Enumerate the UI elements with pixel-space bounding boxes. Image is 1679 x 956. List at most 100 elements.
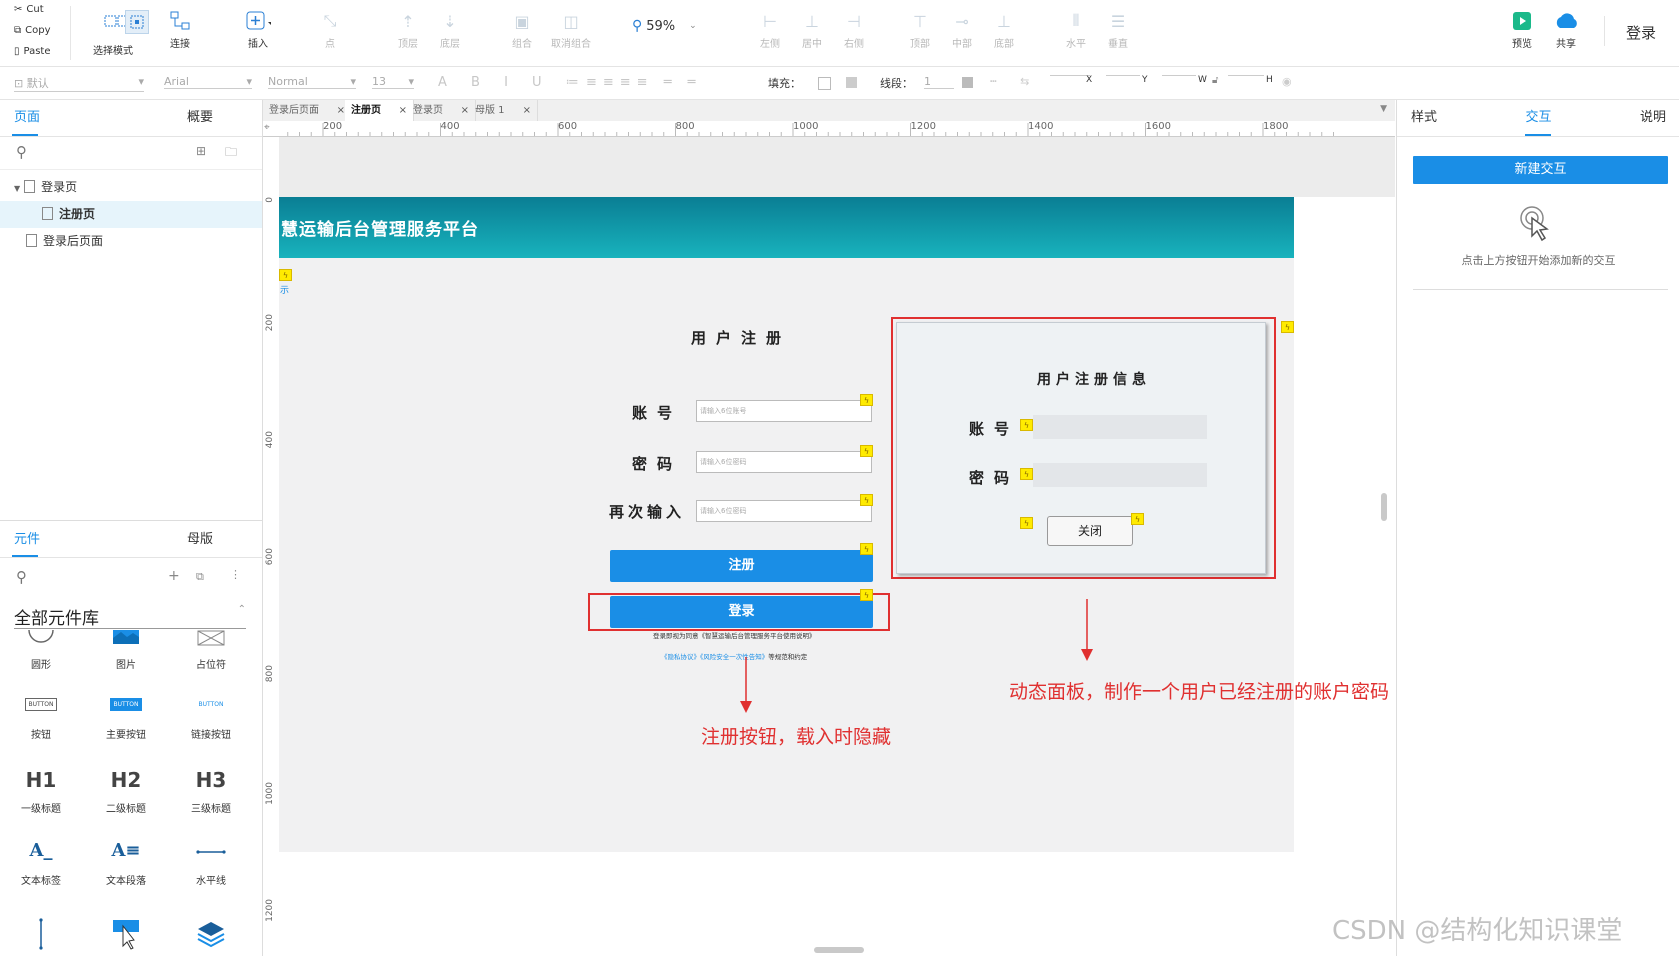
page-item-login[interactable]: ▼ 登录页: [0, 174, 262, 201]
tab-widgets[interactable]: 元件: [0, 523, 138, 557]
interaction-flag-icon[interactable]: ϟ: [1020, 517, 1033, 529]
widget-vertical-line[interactable]: [6, 918, 76, 955]
interaction-flag-icon[interactable]: ϟ: [1020, 419, 1033, 431]
design-canvas[interactable]: 慧运输后台管理服务平台 ϟ 示 用户注册 账号 请输入6位账号 ϟ 密码 请输入…: [279, 137, 1395, 956]
repeat-password-input[interactable]: 请输入6位密码: [696, 500, 872, 522]
add-library-icon[interactable]: +: [168, 568, 180, 584]
font-size-select[interactable]: 13 ▾: [372, 75, 414, 89]
interaction-flag-icon[interactable]: ϟ: [279, 269, 292, 281]
ungroup-button[interactable]: ◫ 取消组合: [546, 10, 596, 51]
interaction-flag-icon[interactable]: ϟ: [860, 589, 873, 601]
zoom-select[interactable]: ⚲ 59% ⌄: [632, 18, 697, 34]
text-style-buttons[interactable]: A B I U ≔: [438, 75, 589, 90]
add-page-icon[interactable]: ⊞: [196, 144, 206, 158]
line-color-swatch[interactable]: [962, 77, 973, 88]
align-center-button[interactable]: ⊥ 居中: [792, 10, 832, 51]
align-middle-button[interactable]: ⊸ 中部: [942, 10, 982, 51]
page-item-register[interactable]: 注册页: [0, 201, 262, 228]
widget-image[interactable]: 图片: [91, 628, 161, 671]
library-copy-icon[interactable]: ⧉: [196, 570, 204, 584]
widget-horizontal-line[interactable]: 水平线: [176, 840, 246, 887]
tab-masters[interactable]: 母版: [138, 523, 262, 557]
add-folder-icon[interactable]: 🗀︎: [225, 143, 237, 164]
privacy-link[interactable]: 《隐私协议》: [661, 653, 700, 661]
insert-button[interactable]: 插入: [228, 10, 288, 50]
register-button[interactable]: 注册: [610, 550, 873, 582]
x-input[interactable]: [1050, 75, 1090, 76]
widget-h2[interactable]: H2 二级标题: [91, 768, 161, 815]
line-style-buttons[interactable]: ┅ ⇆: [990, 75, 1039, 88]
interaction-flag-icon[interactable]: ϟ: [860, 543, 873, 555]
close-icon[interactable]: ×: [337, 100, 345, 121]
align-right-button[interactable]: ⊣ 右侧: [834, 10, 874, 51]
widget-button[interactable]: BUTTON 按钮: [6, 698, 76, 741]
visibility-icon[interactable]: ◉: [1282, 75, 1292, 88]
distribute-horizontal-button[interactable]: ⫴ 水平: [1056, 10, 1096, 50]
interaction-flag-icon[interactable]: ϟ: [1131, 513, 1144, 525]
interaction-flag-icon[interactable]: ϟ: [860, 445, 873, 457]
point-button[interactable]: ⤡ 点: [310, 10, 350, 50]
interaction-flag-icon[interactable]: ϟ: [1281, 321, 1294, 333]
widget-hotspot[interactable]: [91, 918, 161, 955]
y-input[interactable]: [1106, 75, 1140, 76]
doc-tab-login[interactable]: 登录页 ×: [407, 100, 476, 121]
doc-tab-after-login[interactable]: 登录后页面 ×: [263, 100, 352, 121]
new-interaction-button[interactable]: 新建交互: [1413, 156, 1668, 184]
top-layer-button[interactable]: ⇡ 顶层: [388, 10, 428, 51]
doc-tab-master-1[interactable]: 母版 1 ×: [469, 100, 538, 121]
align-top-button[interactable]: ⊤ 顶部: [900, 10, 940, 51]
registered-info-panel[interactable]: 用户注册信息 账号 密码 关闭: [896, 322, 1266, 574]
fill-color-swatch[interactable]: [818, 77, 831, 90]
widget-circle[interactable]: 圆形: [6, 628, 76, 671]
close-icon[interactable]: ×: [523, 100, 531, 121]
interaction-flag-icon[interactable]: ϟ: [1020, 468, 1033, 480]
copy-button[interactable]: ⧉ Copy: [14, 25, 51, 36]
tab-interactions[interactable]: 交互: [1496, 100, 1581, 136]
interaction-flag-icon[interactable]: ϟ: [860, 394, 873, 406]
doc-tab-register[interactable]: 注册页 ×: [345, 100, 414, 121]
select-contain-button[interactable]: [119, 10, 155, 34]
tab-pages[interactable]: 页面: [0, 100, 138, 136]
fill-pattern-swatch[interactable]: [846, 77, 857, 88]
widget-dynamic-panel[interactable]: [176, 918, 246, 955]
preview-button[interactable]: 预览: [1502, 10, 1542, 50]
lock-icon[interactable]: 🔓︎: [1212, 75, 1218, 86]
password-input[interactable]: 请输入6位密码: [696, 451, 872, 473]
share-button[interactable]: 共享: [1546, 10, 1586, 50]
paste-button[interactable]: ▯ Paste: [14, 46, 51, 57]
cut-button[interactable]: ✂ Cut: [14, 4, 44, 15]
tab-outline[interactable]: 概要: [138, 100, 262, 136]
widget-link-button[interactable]: BUTTON 链接按钮: [176, 698, 246, 741]
vertical-scrollbar[interactable]: [1381, 493, 1387, 521]
line-width-input[interactable]: 1: [924, 75, 954, 89]
close-icon[interactable]: ×: [399, 100, 407, 121]
widget-h3[interactable]: H3 三级标题: [176, 768, 246, 815]
more-menu-icon[interactable]: ⋮: [230, 568, 241, 581]
font-family-select[interactable]: Arial ▾: [164, 75, 252, 89]
align-left-button[interactable]: ⊢ 左侧: [750, 10, 790, 51]
connect-button[interactable]: 连接: [160, 10, 200, 50]
account-input[interactable]: 请输入6位账号: [696, 400, 872, 422]
group-button[interactable]: ▣ 组合: [502, 10, 542, 51]
style-select[interactable]: ⊡ 默认 ▾: [14, 75, 144, 92]
interaction-flag-icon[interactable]: ϟ: [860, 494, 873, 506]
widget-text-label[interactable]: A_ 文本标签: [6, 840, 76, 887]
library-select[interactable]: 全部元件库 ⌃: [14, 604, 246, 629]
page-item-after-login[interactable]: 登录后页面: [0, 228, 262, 255]
tab-notes[interactable]: 说明: [1581, 100, 1679, 136]
w-input[interactable]: [1162, 75, 1196, 76]
account-login-link[interactable]: 登录: [1626, 22, 1656, 43]
distribute-vertical-button[interactable]: ☰ 垂直: [1098, 10, 1138, 51]
h-input[interactable]: [1228, 75, 1264, 76]
tab-style[interactable]: 样式: [1397, 100, 1496, 136]
panel-close-button[interactable]: 关闭: [1047, 516, 1133, 546]
font-weight-select[interactable]: Normal ▾: [268, 75, 356, 89]
horizontal-scrollbar[interactable]: [814, 947, 864, 953]
search-icon[interactable]: ⚲: [16, 143, 27, 161]
bottom-layer-button[interactable]: ⇣ 底层: [430, 10, 470, 51]
widget-placeholder[interactable]: 占位符: [176, 628, 246, 671]
widget-text-paragraph[interactable]: A≡ 文本段落: [91, 840, 161, 887]
search-icon[interactable]: ⚲: [16, 568, 27, 586]
widget-h1[interactable]: H1 一级标题: [6, 768, 76, 815]
tabs-dropdown-icon[interactable]: ▼: [1380, 104, 1387, 114]
